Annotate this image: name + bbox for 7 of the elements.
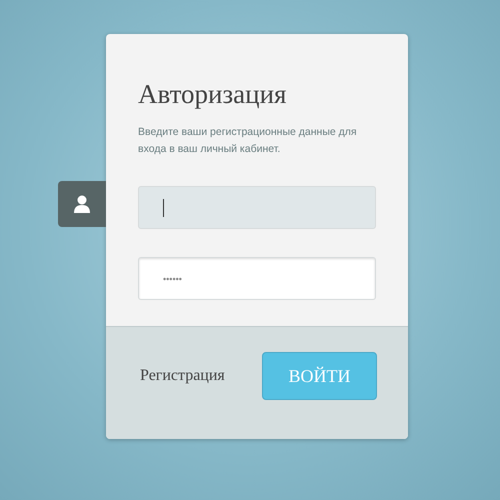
user-icon: [74, 195, 90, 213]
login-button[interactable]: ВОЙТИ: [262, 352, 377, 400]
form-title: Авторизация: [138, 78, 288, 110]
form-description: Введите ваши регистрационные данные для входа в ваш личный кабинет.: [138, 125, 358, 157]
register-link[interactable]: Регистрация: [140, 367, 225, 385]
input-field[interactable]: ••••••: [138, 257, 376, 300]
input-field[interactable]: [138, 186, 376, 229]
